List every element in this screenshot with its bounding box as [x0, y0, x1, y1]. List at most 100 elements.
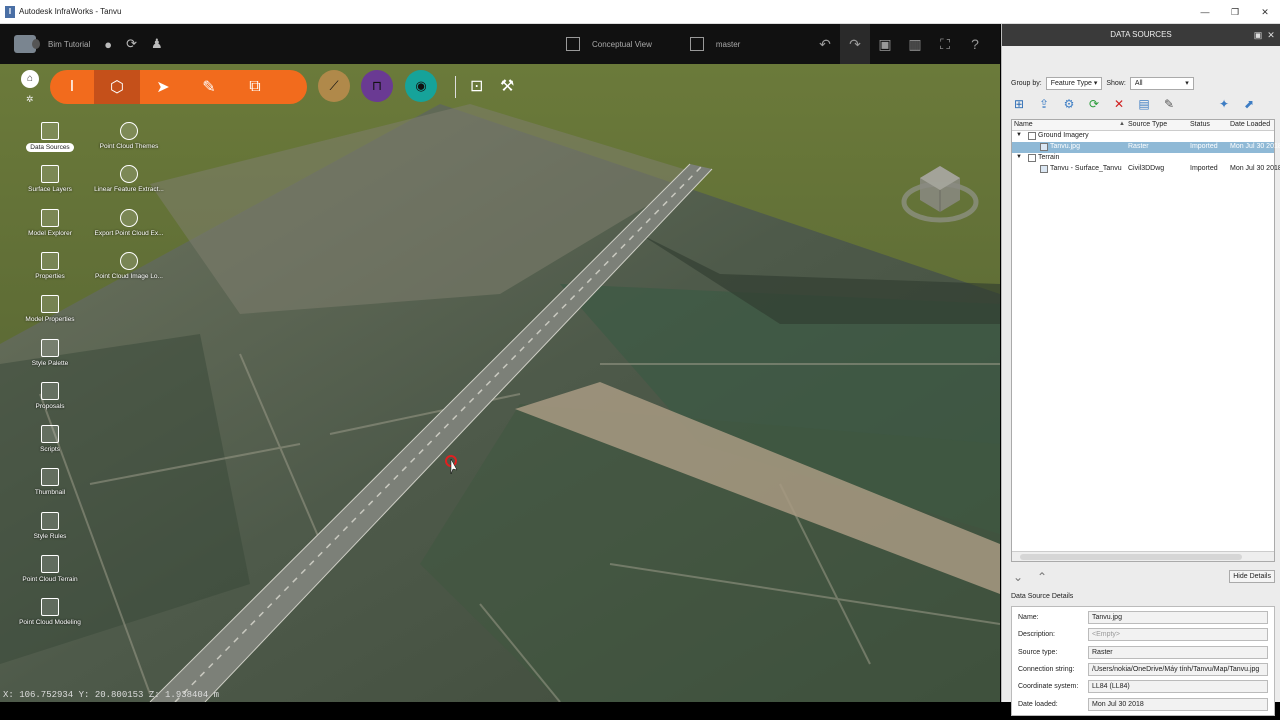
- scrollbar-thumb[interactable]: [1020, 554, 1242, 560]
- chat-icon[interactable]: ●: [104, 37, 112, 52]
- group-by-select[interactable]: Feature Type ▾: [1045, 77, 1103, 90]
- tool-label: Point Cloud Image Lo...: [95, 272, 163, 280]
- detail-value[interactable]: Raster: [1088, 645, 1268, 659]
- model-viewport[interactable]: [0, 64, 1000, 702]
- detail-row: Description: <Empty>: [1018, 628, 1272, 642]
- tool-point-cloud-terrain[interactable]: Point Cloud Terrain: [10, 555, 90, 583]
- detail-row: Date loaded: Mon Jul 30 2018: [1018, 697, 1272, 711]
- detail-row: Connection string: /Users/nokia/OneDrive/…: [1018, 662, 1272, 676]
- maximize-button[interactable]: ❐: [1220, 0, 1250, 24]
- tool-data-sources[interactable]: Data Sources: [10, 122, 90, 152]
- configure-icon[interactable]: ⚙: [1061, 96, 1077, 112]
- tool-icon: [41, 511, 59, 530]
- select-cursor-icon[interactable]: ➤: [140, 70, 186, 104]
- detail-row: Coordinate system: LL84 (LL84): [1018, 680, 1272, 694]
- column-source-type[interactable]: Source Type: [1128, 121, 1167, 128]
- tool-point-cloud-modeling[interactable]: Point Cloud Modeling: [10, 598, 90, 626]
- expand-toggle-icon[interactable]: ▼: [1016, 132, 1022, 138]
- view-cube[interactable]: [900, 164, 980, 228]
- tool-point-cloud-themes[interactable]: Point Cloud Themes: [89, 122, 169, 150]
- share-icon[interactable]: ✦: [1216, 96, 1232, 112]
- user-account[interactable]: Bim Tutorial: [14, 35, 90, 53]
- capture-icon[interactable]: ▣: [870, 24, 900, 64]
- branch-icon[interactable]: [689, 37, 704, 51]
- view-mode-label[interactable]: Conceptual View: [592, 40, 652, 49]
- tool-surface-layers[interactable]: Surface Layers: [10, 165, 90, 193]
- detail-value[interactable]: Tanvu.jpg: [1088, 611, 1268, 624]
- presentation-icon[interactable]: ⊡: [470, 76, 483, 96]
- tool-label: Export Point Cloud Ex...: [94, 229, 164, 237]
- tool-export-point-cloud-ex[interactable]: Export Point Cloud Ex...: [89, 208, 169, 237]
- table-header: Name ▲ Source Type Status Date Loaded: [1012, 120, 1274, 131]
- panel-close-icon[interactable]: ✕: [1265, 24, 1277, 46]
- column-date-loaded[interactable]: Date Loaded: [1230, 121, 1270, 128]
- tool-label: Properties: [35, 272, 65, 280]
- tool-properties[interactable]: Properties: [10, 251, 90, 280]
- detail-label: Date loaded:: [1018, 700, 1058, 708]
- tool-label: Model Explorer: [28, 229, 72, 237]
- add-data-source-icon[interactable]: ⊞: [1011, 96, 1027, 112]
- cell-date: Mon Jul 30 2018: [1230, 165, 1280, 172]
- tool-point-cloud-image-lo[interactable]: Point Cloud Image Lo...: [89, 251, 169, 280]
- settings-tools-icon[interactable]: ⚒: [500, 76, 514, 96]
- table-row[interactable]: Tanvu.jpg Raster Imported Mon Jul 30 2018: [1012, 142, 1280, 153]
- fullscreen-icon[interactable]: ⛶: [930, 24, 960, 64]
- import-icon[interactable]: ⇪: [1036, 96, 1052, 112]
- tool-style-rules[interactable]: Style Rules: [10, 511, 90, 540]
- expand-toggle-icon[interactable]: ▼: [1016, 154, 1022, 160]
- save-icon[interactable]: ▤: [1136, 96, 1152, 112]
- tool-linear-feature-extract[interactable]: Linear Feature Extract...: [89, 165, 169, 193]
- tool-label: Surface Layers: [28, 186, 72, 194]
- branch-label[interactable]: master: [716, 40, 740, 49]
- close-button[interactable]: ✕: [1250, 0, 1280, 24]
- detail-label: Name:: [1018, 614, 1039, 621]
- tool-proposals[interactable]: Proposals: [10, 381, 90, 410]
- home-icon[interactable]: ⌂: [21, 70, 39, 88]
- road-tool-icon[interactable]: ⟋: [318, 70, 350, 102]
- detail-value[interactable]: <Empty>: [1088, 628, 1268, 642]
- view-mode-icon[interactable]: [566, 37, 580, 51]
- minimize-button[interactable]: —: [1190, 0, 1220, 24]
- insert-3d-model-icon[interactable]: ⬡: [94, 70, 140, 104]
- tool-model-properties[interactable]: Model Properties: [10, 295, 90, 323]
- detail-value[interactable]: /Users/nokia/OneDrive/Máy tính/Tanvu/Map…: [1088, 662, 1268, 676]
- hide-details-button[interactable]: Hide Details: [1229, 570, 1275, 583]
- tool-model-explorer[interactable]: Model Explorer: [10, 208, 90, 237]
- connect-icon[interactable]: ⬈: [1241, 96, 1257, 112]
- tool-thumbnail[interactable]: Thumbnail: [10, 468, 90, 496]
- expand-up-icon[interactable]: ⌃: [1037, 570, 1047, 584]
- detail-value[interactable]: Mon Jul 30 2018: [1088, 697, 1268, 711]
- settings-gear-icon[interactable]: ✲: [26, 94, 34, 105]
- undo-icon[interactable]: ↶: [810, 24, 840, 64]
- table-row[interactable]: Tanvu - Surface_Tanvu Civil3DDwg Imported M…: [1012, 164, 1280, 175]
- table-row[interactable]: ▼ Ground Imagery: [1012, 131, 1274, 142]
- panel-dock-icon[interactable]: ▣: [1252, 24, 1264, 46]
- sketch-pen-icon[interactable]: ✎: [186, 70, 232, 104]
- delete-icon[interactable]: ✕: [1111, 96, 1127, 112]
- sort-arrow-icon[interactable]: ▲: [1119, 121, 1125, 127]
- column-name[interactable]: Name: [1014, 121, 1033, 128]
- user-icon[interactable]: ♟: [151, 36, 163, 52]
- copy-icon[interactable]: ⧉: [232, 70, 278, 104]
- panels-icon[interactable]: ▥: [900, 24, 930, 64]
- refresh-icon[interactable]: ⟳: [1086, 96, 1102, 112]
- sync-icon[interactable]: ⟳: [126, 36, 137, 52]
- tool-scripts[interactable]: Scripts: [10, 425, 90, 453]
- tool-icon: [41, 598, 59, 617]
- edit-icon[interactable]: ✎: [1161, 96, 1177, 112]
- column-status[interactable]: Status: [1190, 121, 1210, 128]
- detail-value[interactable]: LL84 (LL84): [1088, 680, 1268, 694]
- bridge-tool-icon[interactable]: ⊓: [361, 70, 393, 102]
- table-row[interactable]: ▼ Terrain: [1012, 153, 1274, 164]
- show-select[interactable]: All ▾: [1129, 77, 1194, 90]
- model-tools-icon[interactable]: I: [50, 70, 94, 104]
- drainage-tool-icon[interactable]: ◉: [405, 70, 437, 102]
- collapse-down-icon[interactable]: ⌄: [1013, 570, 1023, 584]
- group-by-label: Group by:: [1011, 80, 1042, 87]
- cell-type: Raster: [1128, 143, 1149, 150]
- redo-icon[interactable]: ↷: [840, 24, 870, 64]
- horizontal-scrollbar[interactable]: [1012, 551, 1274, 561]
- tool-style-palette[interactable]: Style Palette: [10, 338, 90, 367]
- help-icon[interactable]: ?: [960, 24, 990, 64]
- panel-title: DATA SOURCES: [1110, 30, 1172, 39]
